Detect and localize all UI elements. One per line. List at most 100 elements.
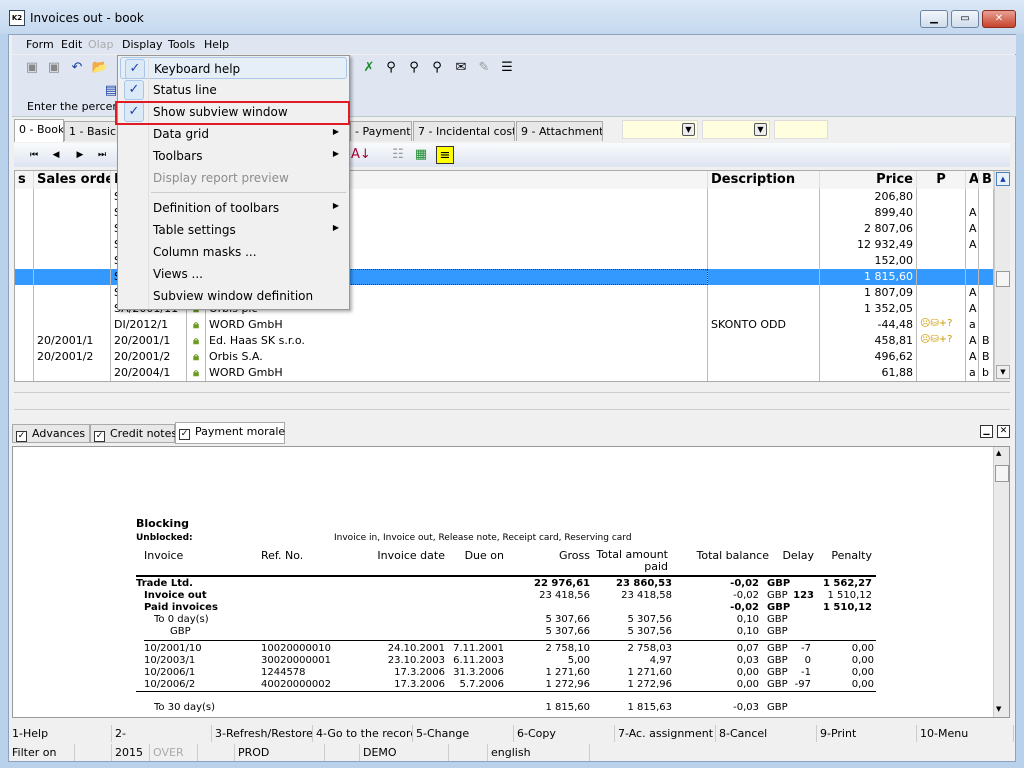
menu-edit[interactable]: Edit <box>61 38 82 51</box>
cell-s <box>15 349 34 365</box>
cell-price: 1 807,09 <box>820 285 917 301</box>
tab-payments[interactable]: - Payments <box>350 121 412 141</box>
menu-tools[interactable]: Tools <box>168 38 195 51</box>
menu-item-views[interactable]: Views ... <box>120 263 347 285</box>
fkey-button-5[interactable]: 5-Change <box>413 725 514 742</box>
menu-item-status-line[interactable]: ✓ Status line <box>120 79 347 101</box>
report-scrollbar[interactable]: ▲ ▼ <box>993 447 1009 717</box>
subview-tab-advances[interactable]: ✓ Advances <box>12 424 90 443</box>
find-prev-icon[interactable]: ⚲ <box>428 59 446 77</box>
filter-input[interactable] <box>774 120 828 139</box>
scroll-thumb[interactable] <box>996 271 1010 287</box>
summary-penalty: 1 510,12 <box>822 602 872 613</box>
edit-icon[interactable]: ✎ <box>475 59 493 77</box>
col-header-b[interactable]: B <box>979 171 994 189</box>
line-penalty: 0,00 <box>851 643 874 654</box>
menu-item-column-masks[interactable]: Column masks ... <box>120 241 347 263</box>
find-icon[interactable]: ⚲ <box>382 59 400 77</box>
menu-item-subview-window-definition[interactable]: Subview window definition <box>120 285 347 307</box>
subview-close-button[interactable]: ✕ <box>997 425 1010 438</box>
col-header-s[interactable]: s <box>15 171 34 189</box>
prev-record-icon[interactable]: ◀ <box>47 146 65 164</box>
cell-b: B <box>979 333 994 349</box>
minimize-button[interactable]: ▁ <box>920 10 948 28</box>
mail-icon[interactable]: ✉ <box>452 59 470 77</box>
cell-a: A <box>966 221 979 237</box>
maximize-button[interactable]: ▭ <box>951 10 979 28</box>
scroll-up-icon[interactable]: ▲ <box>996 172 1010 186</box>
checkbox-icon[interactable]: ✓ <box>179 429 190 440</box>
status-field <box>198 744 235 761</box>
save-as-icon[interactable]: ▣ <box>45 59 63 77</box>
sort-icon[interactable]: A↓ <box>351 146 371 164</box>
fkey-button-8[interactable]: 8-Cancel <box>716 725 817 742</box>
menu-form[interactable]: Form <box>26 38 54 51</box>
next-record-icon[interactable]: ▶ <box>71 146 89 164</box>
scroll-down-icon[interactable]: ▼ <box>996 365 1010 379</box>
checkbox-icon[interactable]: ✓ <box>94 431 105 442</box>
cell-p <box>917 205 966 221</box>
grid-scrollbar[interactable]: ▲ ▼ <box>994 171 1010 381</box>
line-balance: 0,07 <box>736 643 759 654</box>
fkey-button-9[interactable]: 9-Print <box>817 725 917 742</box>
chevron-down-icon[interactable]: ▼ <box>682 123 695 136</box>
menu-item-toolbars[interactable]: Toolbars ▶ <box>120 145 347 167</box>
report-icon[interactable]: ≡ <box>436 146 454 164</box>
menu-item-table-settings[interactable]: Table settings ▶ <box>120 219 347 241</box>
scroll-up-icon[interactable]: ▲ <box>996 449 1001 457</box>
fkey-button-7[interactable]: 7-Ac. assignment ar <box>615 725 716 742</box>
scroll-thumb[interactable] <box>995 465 1009 482</box>
checkbox-icon[interactable]: ✓ <box>16 431 27 442</box>
cell-description <box>708 365 820 381</box>
excel-export-icon[interactable]: ✗ <box>360 59 378 77</box>
fkey-button-10[interactable]: 10-Menu <box>917 725 1014 742</box>
last-record-icon[interactable]: ⏭ <box>93 146 111 164</box>
menu-help[interactable]: Help <box>204 38 229 51</box>
table-row[interactable]: DI/2012/1 🔒︎ WORD GmbH SKONTO ODD -44,48 ☹⛁+?… <box>15 317 994 333</box>
excel-icon[interactable]: ▦ <box>412 146 430 164</box>
subview-minimize-button[interactable]: ▁ <box>980 425 993 438</box>
menu-display[interactable]: Display <box>122 38 163 51</box>
col-header-p[interactable]: P <box>917 171 966 189</box>
cell-b <box>979 269 994 285</box>
horizontal-scrollbar[interactable] <box>14 392 1010 410</box>
fkey-button-4[interactable]: 4-Go to the record <box>313 725 413 742</box>
tab-incidental-costs[interactable]: 7 - Incidental costs <box>413 121 515 141</box>
fkey-button-3[interactable]: 3-Refresh/Restore <box>212 725 313 742</box>
summary-currency: GBP <box>767 590 788 601</box>
table-row[interactable]: 20/2004/1 🔒︎ WORD GmbH 61,88 a b <box>15 365 994 381</box>
chevron-down-icon[interactable]: ▼ <box>754 123 767 136</box>
undo-icon[interactable]: ↶ <box>68 59 86 77</box>
cell-a: A <box>966 333 979 349</box>
menu-item-definition-of-toolbars[interactable]: Definition of toolbars ▶ <box>120 197 347 219</box>
col-header-price[interactable]: Price <box>820 171 917 189</box>
find-next-icon[interactable]: ⚲ <box>405 59 423 77</box>
menu-item-data-grid[interactable]: Data grid ▶ <box>120 123 347 145</box>
scroll-down-icon[interactable]: ▼ <box>996 705 1001 713</box>
tab-attachments[interactable]: 9 - Attachments <box>516 121 603 141</box>
cell-b: b <box>979 365 994 381</box>
table-row[interactable]: 20/2001/2 20/2001/2 🔒︎ Orbis S.A. 496,62 A B <box>15 349 994 365</box>
col-header-sales-order[interactable]: Sales order <box>34 171 111 189</box>
status-field <box>325 744 360 761</box>
line-ref: 30020000001 <box>261 655 331 666</box>
save-icon[interactable]: ▣ <box>23 59 41 77</box>
fkey-button-6[interactable]: 6-Copy <box>514 725 615 742</box>
fkey-button-1[interactable]: 1-Help <box>9 725 112 742</box>
first-record-icon[interactable]: ⏮ <box>25 146 43 164</box>
col-header-a[interactable]: A <box>966 171 979 189</box>
tab-basic-data[interactable]: 1 - Basic d <box>64 121 120 141</box>
menu-lines-icon[interactable]: ☰ <box>498 59 516 77</box>
open-folder-icon[interactable]: 📂 <box>91 59 109 77</box>
col-header-name[interactable] <box>311 171 708 189</box>
col-header-description[interactable]: Description <box>708 171 820 189</box>
menu-item-keyboard-help[interactable]: ✓ Keyboard help <box>120 57 347 79</box>
fkey-button-2[interactable]: 2- <box>112 725 212 742</box>
table-row[interactable]: 20/2001/1 20/2001/1 🔒︎ Ed. Haas SK s.r.o. 45… <box>15 333 994 349</box>
tab-book[interactable]: 0 - Book <box>14 119 64 142</box>
subview-tab-payment-morale[interactable]: ✓ Payment morale <box>175 422 285 444</box>
subview-tab-credit-notes[interactable]: ✓ Credit notes <box>90 424 177 443</box>
menu-olap[interactable]: Olap <box>88 38 113 51</box>
list-icon[interactable]: ☷ <box>389 146 407 164</box>
close-button[interactable]: ✕ <box>982 10 1016 28</box>
